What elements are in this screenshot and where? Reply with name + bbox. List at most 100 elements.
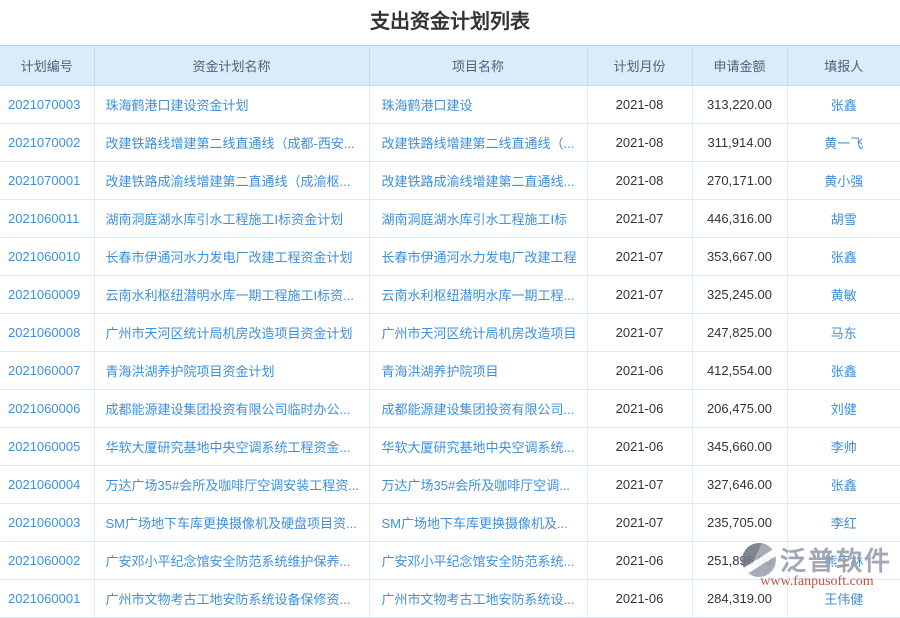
cell-plan-month: 2021-06 (587, 542, 692, 580)
cell-plan-no[interactable]: 2021070003 (0, 86, 94, 124)
cell-amount: 345,660.00 (692, 428, 787, 466)
cell-project-name[interactable]: 万达广场35#会所及咖啡厅空调... (369, 466, 587, 504)
cell-plan-name[interactable]: 改建铁路线增建第二线直通线（成都-西安... (94, 124, 369, 162)
cell-reporter[interactable]: 李红 (787, 504, 900, 542)
cell-plan-no[interactable]: 2021060007 (0, 352, 94, 390)
cell-reporter[interactable]: 李帅 (787, 428, 900, 466)
cell-plan-month: 2021-07 (587, 276, 692, 314)
cell-plan-name[interactable]: 广州市天河区统计局机房改造项目资金计划 (94, 314, 369, 352)
cell-plan-name[interactable]: 广州市文物考古工地安防系统设备保修资... (94, 580, 369, 618)
cell-plan-no[interactable]: 2021070001 (0, 162, 94, 200)
cell-plan-no[interactable]: 2021060001 (0, 580, 94, 618)
cell-project-name[interactable]: 成都能源建设集团投资有限公司... (369, 390, 587, 428)
cell-amount: 284,319.00 (692, 580, 787, 618)
cell-plan-name[interactable]: 华软大厦研究基地中央空调系统工程资金... (94, 428, 369, 466)
table-row: 2021060001广州市文物考古工地安防系统设备保修资...广州市文物考古工地… (0, 580, 900, 618)
cell-plan-no[interactable]: 2021060009 (0, 276, 94, 314)
col-header-amount: 申请金额 (692, 46, 787, 86)
cell-plan-no[interactable]: 2021060011 (0, 200, 94, 238)
cell-plan-no[interactable]: 2021060004 (0, 466, 94, 504)
cell-project-name[interactable]: 广州市天河区统计局机房改造项目 (369, 314, 587, 352)
cell-reporter[interactable]: 王伟健 (787, 580, 900, 618)
cell-plan-month: 2021-06 (587, 580, 692, 618)
cell-project-name[interactable]: 改建铁路成渝线增建第二直通线... (369, 162, 587, 200)
col-header-project-name: 项目名称 (369, 46, 587, 86)
cell-plan-no[interactable]: 2021060002 (0, 542, 94, 580)
table-row: 2021070003珠海鹤港口建设资金计划珠海鹤港口建设2021-08313,2… (0, 86, 900, 124)
col-header-plan-no: 计划编号 (0, 46, 94, 86)
cell-plan-month: 2021-06 (587, 352, 692, 390)
cell-reporter[interactable]: 熊三林 (787, 542, 900, 580)
cell-reporter[interactable]: 张鑫 (787, 86, 900, 124)
cell-plan-month: 2021-07 (587, 314, 692, 352)
cell-project-name[interactable]: 改建铁路线增建第二线直通线（... (369, 124, 587, 162)
col-header-reporter: 填报人 (787, 46, 900, 86)
table-row: 2021060011湖南洞庭湖水库引水工程施工I标资金计划湖南洞庭湖水库引水工程… (0, 200, 900, 238)
cell-plan-name[interactable]: SM广场地下车库更换摄像机及硬盘项目资... (94, 504, 369, 542)
cell-reporter[interactable]: 刘健 (787, 390, 900, 428)
cell-plan-name[interactable]: 珠海鹤港口建设资金计划 (94, 86, 369, 124)
table-body: 2021070003珠海鹤港口建设资金计划珠海鹤港口建设2021-08313,2… (0, 86, 900, 618)
cell-amount: 446,316.00 (692, 200, 787, 238)
table-row: 2021060002广安邓小平纪念馆安全防范系统维护保养...广安邓小平纪念馆安… (0, 542, 900, 580)
cell-plan-no[interactable]: 2021060008 (0, 314, 94, 352)
table-header: 计划编号 资金计划名称 项目名称 计划月份 申请金额 填报人 (0, 46, 900, 86)
table-row: 2021060004万达广场35#会所及咖啡厅空调安装工程资...万达广场35#… (0, 466, 900, 504)
cell-amount: 313,220.00 (692, 86, 787, 124)
cell-project-name[interactable]: 珠海鹤港口建设 (369, 86, 587, 124)
cell-plan-name[interactable]: 湖南洞庭湖水库引水工程施工I标资金计划 (94, 200, 369, 238)
cell-plan-name[interactable]: 云南水利枢纽潜明水库一期工程施工I标资... (94, 276, 369, 314)
cell-plan-name[interactable]: 长春市伊通河水力发电厂改建工程资金计划 (94, 238, 369, 276)
page-title: 支出资金计划列表 (0, 0, 900, 45)
cell-amount: 353,667.00 (692, 238, 787, 276)
cell-amount: 251,896.00 (692, 542, 787, 580)
cell-project-name[interactable]: SM广场地下车库更换摄像机及... (369, 504, 587, 542)
cell-plan-month: 2021-07 (587, 238, 692, 276)
cell-plan-month: 2021-06 (587, 428, 692, 466)
cell-project-name[interactable]: 广安邓小平纪念馆安全防范系统... (369, 542, 587, 580)
cell-plan-no[interactable]: 2021060010 (0, 238, 94, 276)
cell-amount: 311,914.00 (692, 124, 787, 162)
cell-amount: 235,705.00 (692, 504, 787, 542)
cell-plan-name[interactable]: 青海洪湖养护院项目资金计划 (94, 352, 369, 390)
cell-amount: 327,646.00 (692, 466, 787, 504)
col-header-plan-name: 资金计划名称 (94, 46, 369, 86)
cell-plan-name[interactable]: 广安邓小平纪念馆安全防范系统维护保养... (94, 542, 369, 580)
cell-plan-no[interactable]: 2021070002 (0, 124, 94, 162)
cell-plan-month: 2021-06 (587, 390, 692, 428)
table-row: 2021060007青海洪湖养护院项目资金计划青海洪湖养护院项目2021-064… (0, 352, 900, 390)
cell-reporter[interactable]: 黄敏 (787, 276, 900, 314)
cell-project-name[interactable]: 青海洪湖养护院项目 (369, 352, 587, 390)
cell-amount: 247,825.00 (692, 314, 787, 352)
cell-project-name[interactable]: 长春市伊通河水力发电厂改建工程 (369, 238, 587, 276)
cell-project-name[interactable]: 华软大厦研究基地中央空调系统... (369, 428, 587, 466)
table-row: 2021060010长春市伊通河水力发电厂改建工程资金计划长春市伊通河水力发电厂… (0, 238, 900, 276)
expense-plan-table: 计划编号 资金计划名称 项目名称 计划月份 申请金额 填报人 202107000… (0, 45, 900, 618)
cell-plan-month: 2021-07 (587, 466, 692, 504)
cell-reporter[interactable]: 张鑫 (787, 466, 900, 504)
cell-amount: 270,171.00 (692, 162, 787, 200)
cell-reporter[interactable]: 黄小强 (787, 162, 900, 200)
cell-reporter[interactable]: 黄一飞 (787, 124, 900, 162)
header-row: 计划编号 资金计划名称 项目名称 计划月份 申请金额 填报人 (0, 46, 900, 86)
cell-plan-name[interactable]: 万达广场35#会所及咖啡厅空调安装工程资... (94, 466, 369, 504)
cell-plan-month: 2021-07 (587, 200, 692, 238)
cell-project-name[interactable]: 云南水利枢纽潜明水库一期工程... (369, 276, 587, 314)
table-row: 2021060009云南水利枢纽潜明水库一期工程施工I标资...云南水利枢纽潜明… (0, 276, 900, 314)
cell-reporter[interactable]: 马东 (787, 314, 900, 352)
cell-project-name[interactable]: 湖南洞庭湖水库引水工程施工I标 (369, 200, 587, 238)
cell-reporter[interactable]: 胡雪 (787, 200, 900, 238)
cell-plan-month: 2021-07 (587, 504, 692, 542)
cell-plan-month: 2021-08 (587, 162, 692, 200)
table-row: 2021060006成都能源建设集团投资有限公司临时办公...成都能源建设集团投… (0, 390, 900, 428)
table-row: 2021070001改建铁路成渝线增建第二直通线（成渝枢...改建铁路成渝线增建… (0, 162, 900, 200)
cell-plan-name[interactable]: 改建铁路成渝线增建第二直通线（成渝枢... (94, 162, 369, 200)
cell-reporter[interactable]: 张鑫 (787, 352, 900, 390)
cell-amount: 206,475.00 (692, 390, 787, 428)
cell-reporter[interactable]: 张鑫 (787, 238, 900, 276)
cell-plan-no[interactable]: 2021060005 (0, 428, 94, 466)
cell-plan-no[interactable]: 2021060006 (0, 390, 94, 428)
cell-plan-name[interactable]: 成都能源建设集团投资有限公司临时办公... (94, 390, 369, 428)
cell-plan-no[interactable]: 2021060003 (0, 504, 94, 542)
cell-project-name[interactable]: 广州市文物考古工地安防系统设... (369, 580, 587, 618)
